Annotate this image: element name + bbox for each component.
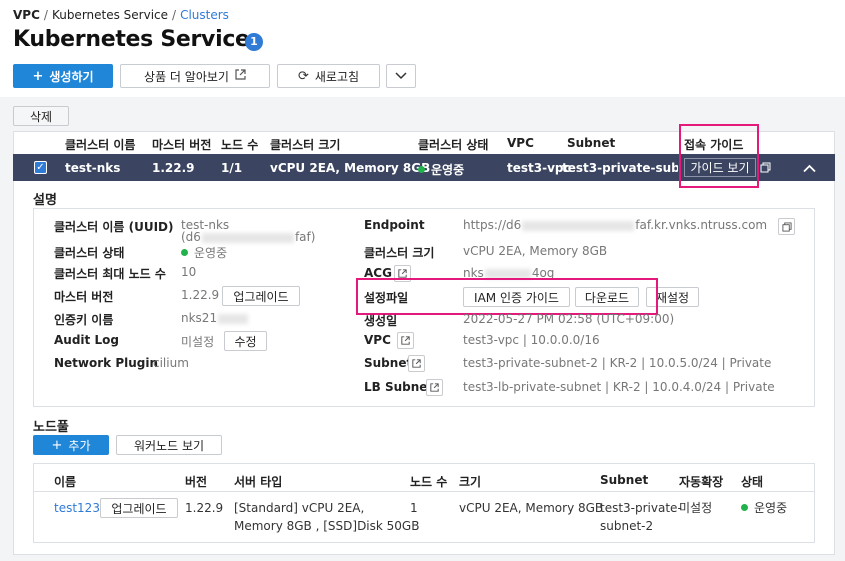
np-col-name: 이름 bbox=[54, 475, 77, 489]
copy-icon[interactable] bbox=[760, 162, 771, 176]
nodepool-version: 1.22.9 bbox=[185, 501, 224, 515]
nodepool-autoscale: 미설정 bbox=[679, 501, 713, 515]
redacted-mask bbox=[484, 268, 531, 279]
details-section-title: 설명 bbox=[33, 193, 57, 208]
breadcrumb-kubernetes[interactable]: Kubernetes Service bbox=[52, 8, 168, 22]
status-dot-icon bbox=[181, 249, 188, 256]
plus-icon: + bbox=[51, 437, 63, 453]
detail-label-subnet: Subnet bbox=[364, 356, 413, 370]
detail-label-cluster-size: 클러스터 크기 bbox=[364, 246, 435, 260]
redacted-mask bbox=[522, 220, 635, 231]
audit-log-edit-button[interactable]: 수정 bbox=[224, 331, 267, 351]
nodepool-server-type-1: [Standard] vCPU 2EA, bbox=[234, 501, 365, 515]
detail-label-endpoint: Endpoint bbox=[364, 218, 425, 232]
redacted-mask bbox=[201, 232, 294, 243]
row-cluster-name: test-nks bbox=[65, 161, 121, 175]
detail-value-endpoint: https://d6 faf.kr.vnks.ntruss.com bbox=[463, 218, 768, 232]
nodepool-subnet-2: subnet-2 bbox=[600, 519, 654, 533]
detail-label-cluster-name: 클러스터 이름 (UUID) bbox=[54, 220, 174, 234]
nodepool-size: vCPU 2EA, Memory 8GB bbox=[459, 501, 604, 515]
detail-value-vpc: test3-vpc | 10.0.0.0/16 bbox=[463, 333, 600, 347]
row-cluster-status: 운영중 bbox=[418, 161, 464, 178]
col-cluster-size: 클러스터 크기 bbox=[270, 138, 341, 152]
detail-label-auth-key: 인증키 이름 bbox=[54, 313, 114, 327]
detail-value-cluster-size: vCPU 2EA, Memory 8GB bbox=[463, 244, 608, 258]
table-divider bbox=[34, 491, 814, 492]
detail-value-subnet: test3-private-subnet-2 | KR-2 | 10.0.5.0… bbox=[463, 356, 772, 370]
detail-label-max-nodes: 클러스터 최대 노드 수 bbox=[54, 267, 166, 281]
delete-button[interactable]: 삭제 bbox=[13, 106, 69, 126]
detail-label-master-version: 마스터 버전 bbox=[54, 290, 114, 304]
highlight-config-file bbox=[356, 278, 658, 315]
detail-value-auth-key: nks21 bbox=[181, 311, 249, 325]
copy-endpoint-icon[interactable] bbox=[778, 218, 795, 235]
detail-value-audit-log: 미설정 bbox=[181, 335, 215, 349]
np-col-version: 버전 bbox=[185, 475, 208, 489]
nodepool-node-count: 1 bbox=[410, 501, 418, 515]
detail-value-network-plugin: cilium bbox=[153, 356, 189, 370]
detail-value-max-nodes: 10 bbox=[181, 265, 197, 279]
row-node-count: 1/1 bbox=[221, 161, 243, 175]
info-badge[interactable]: 1 bbox=[245, 33, 263, 51]
row-checkbox[interactable]: ✓ bbox=[34, 161, 47, 174]
row-master-version: 1.22.9 bbox=[152, 161, 195, 175]
nodepool-name-link[interactable]: test123 bbox=[54, 499, 100, 517]
detail-label-network-plugin: Network Plugin bbox=[54, 356, 159, 370]
detail-value-created: 2022-05-27 PM 02:58 (UTC+09:00) bbox=[463, 312, 675, 326]
col-vpc: VPC bbox=[507, 136, 534, 150]
collapse-chevron-icon[interactable] bbox=[803, 162, 816, 176]
lb-subnet-external-link-icon[interactable] bbox=[426, 379, 443, 396]
more-dropdown-button[interactable] bbox=[386, 64, 416, 88]
nodepool-server-type-2: Memory 8GB , [SSD]Disk 50GB bbox=[234, 519, 420, 533]
np-col-autoscale: 자동확장 bbox=[679, 475, 724, 489]
nodepool-subnet-1: test3-private- bbox=[600, 501, 682, 515]
plus-icon: + bbox=[32, 68, 44, 84]
chevron-down-icon bbox=[395, 69, 407, 83]
detail-label-status: 클러스터 상태 bbox=[54, 246, 125, 260]
refresh-icon: ⟳ bbox=[297, 68, 309, 84]
learn-more-button[interactable]: 상품 더 알아보기 bbox=[120, 64, 270, 88]
np-col-server-type: 서버 타입 bbox=[234, 475, 283, 489]
detail-value-master-version: 1.22.9 bbox=[181, 288, 220, 302]
external-link-icon bbox=[235, 69, 246, 83]
breadcrumb: VPC / Kubernetes Service / Clusters bbox=[13, 8, 229, 22]
page-title: Kubernetes Service bbox=[13, 27, 250, 52]
col-master-version: 마스터 버전 bbox=[152, 138, 212, 152]
breadcrumb-vpc[interactable]: VPC bbox=[13, 8, 40, 22]
nodepool-status: 운영중 bbox=[741, 499, 787, 517]
refresh-button[interactable]: ⟳ 새로고침 bbox=[277, 64, 380, 88]
np-col-node-count: 노드 수 bbox=[410, 475, 448, 489]
row-subnet: test3-private-subnet-2 bbox=[562, 161, 678, 175]
breadcrumb-clusters[interactable]: Clusters bbox=[180, 8, 229, 22]
create-button[interactable]: + 생성하기 bbox=[13, 64, 113, 88]
nodepool-upgrade-button[interactable]: 업그레이드 bbox=[100, 498, 178, 518]
subnet-external-link-icon[interactable] bbox=[408, 355, 425, 372]
np-col-subnet: Subnet bbox=[600, 473, 649, 487]
detail-label-vpc: VPC bbox=[364, 333, 391, 347]
col-cluster-name: 클러스터 이름 bbox=[65, 138, 136, 152]
master-upgrade-button[interactable]: 업그레이드 bbox=[222, 286, 300, 306]
row-cluster-size: vCPU 2EA, Memory 8GB bbox=[270, 161, 431, 175]
vpc-external-link-icon[interactable] bbox=[397, 332, 414, 349]
np-col-size: 크기 bbox=[459, 475, 482, 489]
col-subnet: Subnet bbox=[567, 136, 616, 150]
detail-value-lb-subnet: test3-lb-private-subnet | KR-2 | 10.0.4.… bbox=[463, 380, 775, 394]
nodepool-add-button[interactable]: + 추가 bbox=[33, 435, 109, 455]
col-cluster-status: 클러스터 상태 bbox=[418, 138, 489, 152]
detail-value-cluster-uuid: (d6 faf) bbox=[181, 230, 316, 244]
worker-node-view-button[interactable]: 워커노드 보기 bbox=[116, 435, 222, 455]
status-dot-icon bbox=[418, 166, 425, 173]
detail-label-lb-subnet: LB Subnet bbox=[364, 380, 434, 394]
col-node-count: 노드 수 bbox=[221, 138, 259, 152]
detail-label-created: 생성일 bbox=[364, 314, 398, 328]
np-col-status: 상태 bbox=[741, 475, 764, 489]
redacted-mask bbox=[218, 313, 249, 324]
detail-label-audit-log: Audit Log bbox=[54, 333, 119, 347]
detail-value-status: 운영중 bbox=[181, 244, 227, 261]
status-dot-icon bbox=[741, 504, 748, 511]
nodepool-section-title: 노드풀 bbox=[33, 420, 69, 435]
highlight-access-guide bbox=[679, 124, 759, 188]
